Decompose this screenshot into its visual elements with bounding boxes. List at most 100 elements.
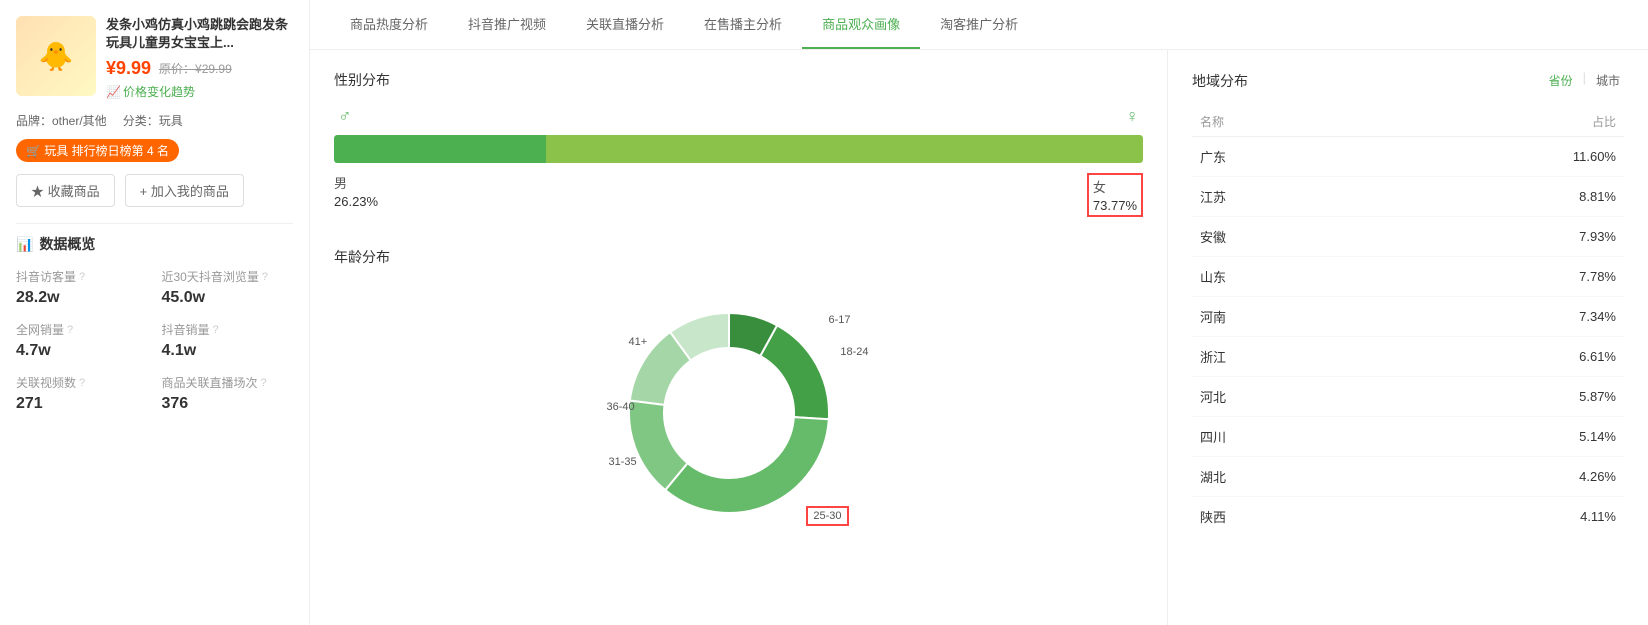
help-icon[interactable]: ?: [79, 271, 85, 283]
stat-label: 商品关联直播场次 ?: [162, 374, 294, 391]
overview-label: 数据概览: [39, 234, 95, 254]
female-icon: ♀: [1126, 106, 1140, 127]
chart-section: 性别分布 ♂ ♀ 男 26.23%: [310, 50, 1168, 625]
add-product-button[interactable]: + 加入我的商品: [125, 174, 244, 207]
tab-item[interactable]: 关联直播分析: [566, 0, 684, 49]
region-section: 地域分布 省份 | 城市 名称 占比 广东: [1168, 50, 1648, 625]
col-name: 名称: [1192, 107, 1371, 137]
region-header: 地域分布 省份 | 城市: [1192, 70, 1624, 91]
stat-value: 45.0w: [162, 289, 294, 307]
region-row: 江苏 8.81%: [1192, 177, 1624, 217]
female-name: 女: [1093, 177, 1137, 196]
region-pct: 6.61%: [1371, 337, 1624, 377]
gender-icons: ♂ ♀: [334, 106, 1143, 127]
col-pct: 占比: [1371, 107, 1624, 137]
tab-item[interactable]: 淘客推广分析: [920, 0, 1038, 49]
female-pct: 73.77%: [1093, 198, 1137, 213]
region-pct: 8.81%: [1371, 177, 1624, 217]
region-pct: 5.87%: [1371, 377, 1624, 417]
price-original: 原价：¥29.99: [159, 60, 232, 77]
stat-label: 全网销量 ?: [16, 321, 148, 338]
action-buttons: ★ 收藏商品 + 加入我的商品: [16, 174, 293, 207]
region-row: 广东 11.60%: [1192, 137, 1624, 177]
stat-item: 全网销量 ? 4.7w: [16, 321, 148, 360]
collect-button[interactable]: ★ 收藏商品: [16, 174, 115, 207]
stat-item: 抖音访客量 ? 28.2w: [16, 268, 148, 307]
region-name: 陕西: [1192, 497, 1371, 537]
region-name: 河北: [1192, 377, 1371, 417]
gender-bar: [334, 135, 1143, 163]
region-pct: 7.34%: [1371, 297, 1624, 337]
province-btn[interactable]: 省份: [1545, 70, 1577, 91]
stat-item: 关联视频数 ? 271: [16, 374, 148, 413]
product-header: 🐥 发条小鸡仿真小鸡跳跳会跑发条玩具儿童男女宝宝上... ¥9.99 原价：¥2…: [16, 16, 293, 100]
help-icon[interactable]: ?: [79, 377, 85, 389]
product-image: 🐥: [16, 16, 96, 96]
stat-label: 近30天抖音浏览量 ?: [162, 268, 294, 285]
region-table: 名称 占比 广东 11.60% 江苏 8.81% 安徽 7.93% 山东 7.7…: [1192, 107, 1624, 536]
donut-segment: [665, 417, 829, 513]
male-bar: [334, 135, 546, 163]
gender-section: 性别分布 ♂ ♀ 男 26.23%: [334, 70, 1143, 217]
stat-label: 抖音访客量 ?: [16, 268, 148, 285]
male-pct: 26.23%: [334, 194, 378, 209]
stat-value: 376: [162, 395, 294, 413]
city-btn[interactable]: 城市: [1592, 70, 1624, 91]
region-name: 河南: [1192, 297, 1371, 337]
region-pct: 4.26%: [1371, 457, 1624, 497]
tab-item[interactable]: 在售播主分析: [684, 0, 802, 49]
help-icon[interactable]: ?: [213, 324, 219, 336]
male-label: 男 26.23%: [334, 173, 378, 217]
help-icon[interactable]: ?: [262, 271, 268, 283]
help-icon[interactable]: ?: [67, 324, 73, 336]
tab-item[interactable]: 商品观众画像: [802, 0, 920, 49]
female-highlight-box: 女 73.77%: [1087, 173, 1143, 217]
region-row: 河北 5.87%: [1192, 377, 1624, 417]
region-row: 山东 7.78%: [1192, 257, 1624, 297]
stat-value: 271: [16, 395, 148, 413]
stat-value: 28.2w: [16, 289, 148, 307]
female-bar: [546, 135, 1143, 163]
region-row: 陕西 4.11%: [1192, 497, 1624, 537]
stat-item: 近30天抖音浏览量 ? 45.0w: [162, 268, 294, 307]
stat-label: 抖音销量 ?: [162, 321, 294, 338]
price-trend-label: 价格变化趋势: [123, 83, 195, 100]
tab-item[interactable]: 商品热度分析: [330, 0, 448, 49]
product-title: 发条小鸡仿真小鸡跳跳会跑发条玩具儿童男女宝宝上...: [106, 16, 293, 52]
region-pct: 7.93%: [1371, 217, 1624, 257]
region-row: 湖北 4.26%: [1192, 457, 1624, 497]
rank-badge: 🛒 玩具 排行榜日榜第 4 名: [16, 139, 179, 162]
help-icon[interactable]: ?: [261, 377, 267, 389]
stat-item: 商品关联直播场次 ? 376: [162, 374, 294, 413]
age-donut-chart: [599, 283, 859, 543]
stat-label: 关联视频数 ?: [16, 374, 148, 391]
product-category: 分类：玩具: [123, 112, 183, 129]
price-trend-link[interactable]: 📈 价格变化趋势: [106, 83, 293, 100]
tab-item[interactable]: 抖音推广视频: [448, 0, 566, 49]
region-row: 四川 5.14%: [1192, 417, 1624, 457]
data-overview-title: 📊 数据概览: [16, 234, 293, 254]
product-price-row: ¥9.99 原价：¥29.99: [106, 58, 293, 79]
price-current: ¥9.99: [106, 58, 151, 79]
region-row: 安徽 7.93%: [1192, 217, 1624, 257]
region-name: 湖北: [1192, 457, 1371, 497]
stat-item: 抖音销量 ? 4.1w: [162, 321, 294, 360]
region-toggle: 省份 | 城市: [1545, 70, 1624, 91]
region-title: 地域分布: [1192, 71, 1248, 91]
overview-icon: 📊: [16, 236, 33, 253]
donut-segment: [760, 325, 829, 419]
region-pct: 5.14%: [1371, 417, 1624, 457]
gender-labels: 男 26.23% 女 73.77%: [334, 173, 1143, 217]
product-meta: 品牌：other/其他 分类：玩具: [16, 112, 293, 129]
region-pct: 4.11%: [1371, 497, 1624, 537]
content-area: 性别分布 ♂ ♀ 男 26.23%: [310, 50, 1648, 625]
region-pct: 11.60%: [1371, 137, 1624, 177]
region-row: 浙江 6.61%: [1192, 337, 1624, 377]
male-name: 男: [334, 173, 378, 192]
stat-value: 4.1w: [162, 342, 294, 360]
region-row: 河南 7.34%: [1192, 297, 1624, 337]
stat-value: 4.7w: [16, 342, 148, 360]
sidebar: 🐥 发条小鸡仿真小鸡跳跳会跑发条玩具儿童男女宝宝上... ¥9.99 原价：¥2…: [0, 0, 310, 625]
region-name: 山东: [1192, 257, 1371, 297]
region-name: 安徽: [1192, 217, 1371, 257]
